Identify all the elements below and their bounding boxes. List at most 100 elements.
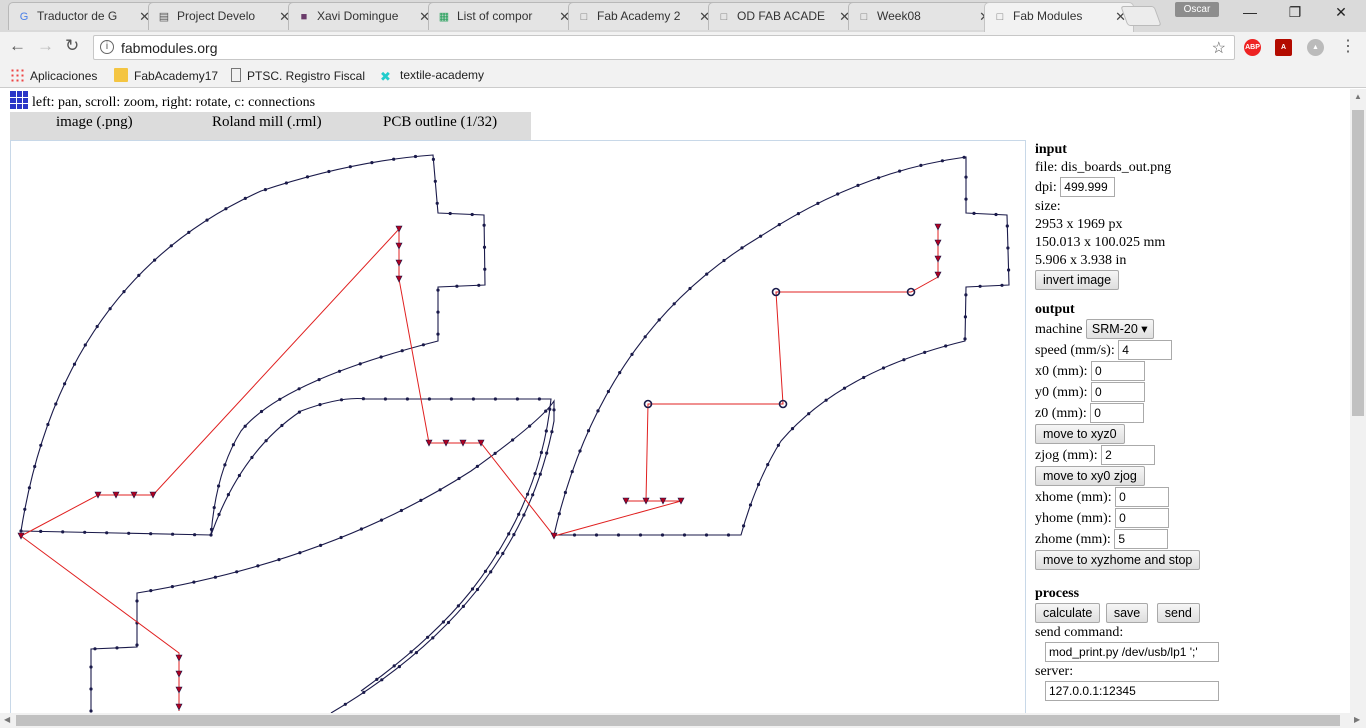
tab-label: Fab Modules (1013, 9, 1083, 23)
toolpath-point (264, 439, 268, 443)
toolpath-point (1007, 268, 1011, 272)
move-to-xyz0-button[interactable]: move to xyz0 (1035, 424, 1125, 444)
bookmark-ptsc[interactable]: PTSC. Registro Fiscal (231, 68, 365, 83)
toolpath-point (339, 398, 344, 402)
tab-2[interactable]: ■ Xavi Domingue ✕ (288, 2, 438, 30)
toolpath-point (414, 651, 418, 655)
toolpath-point (643, 335, 647, 339)
tab-5[interactable]: □ OD FAB ACADE ✕ (708, 2, 858, 30)
invert-image-button[interactable]: invert image (1035, 270, 1120, 290)
toolpath-point (217, 484, 221, 488)
toolpath-point (63, 382, 67, 386)
connection-path-1 (20, 535, 180, 711)
server-input[interactable]: 127.0.0.1:12345 (1045, 681, 1219, 701)
tab-1[interactable]: ▤ Project Develo ✕ (148, 2, 298, 30)
browser-tab-bar: G Traductor de G ✕ ▤ Project Develo ✕ ■ Xavi Do… (0, 0, 1366, 32)
toolpath-point (578, 449, 582, 453)
tab-pcb-outline[interactable]: PCB outline (1/32) (383, 114, 497, 131)
bookmark-star-icon[interactable]: ☆ (1212, 38, 1226, 58)
toolpath-point (457, 476, 461, 481)
toolpath-view[interactable] (10, 140, 1026, 713)
forward-icon[interactable]: → (37, 36, 54, 56)
z0-input[interactable]: 0 (1090, 403, 1145, 423)
site-info-icon[interactable]: i (100, 40, 114, 54)
toolpath-point (1000, 283, 1004, 287)
toolpath-outline-2 (553, 156, 1010, 536)
toolpath-point (557, 512, 561, 516)
size-in: 5.906 x 3.938 in (1035, 253, 1127, 268)
url-text[interactable]: fabmodules.org (121, 40, 218, 56)
move-to-xy0-zjog-button[interactable]: move to xy0 zjog (1035, 466, 1145, 486)
toolpath-point (660, 533, 665, 537)
scroll-left-icon[interactable]: ◀ (4, 715, 10, 724)
size-px: 2953 x 1969 px (1035, 217, 1123, 232)
toolpath-point (522, 513, 526, 517)
toolpath-point (256, 564, 260, 568)
move-to-xyzhome-button[interactable]: move to xyzhome and stop (1035, 550, 1201, 570)
zhome-input[interactable]: 5 (1114, 529, 1169, 549)
server-label: server: (1035, 664, 1074, 679)
adblock-icon[interactable]: ABP (1244, 39, 1261, 56)
horizontal-scroll-thumb[interactable] (16, 715, 1340, 726)
toolpath-svg[interactable] (11, 141, 1026, 713)
tab-3[interactable]: ▦ List of compor ✕ (428, 2, 578, 30)
toolpath-point (777, 223, 781, 227)
calculate-button[interactable]: calculate (1035, 603, 1101, 623)
speed-input[interactable]: 4 (1118, 340, 1173, 360)
toolpath-point (436, 288, 440, 292)
yhome-input[interactable]: 0 (1115, 508, 1170, 528)
toolpath-point (93, 647, 97, 651)
address-bar[interactable]: i fabmodules.org ☆ (93, 35, 1235, 60)
profile-button[interactable]: Oscar (1175, 2, 1219, 17)
toolpath-point (515, 397, 519, 401)
scroll-right-icon[interactable]: ▶ (1354, 715, 1360, 724)
close-window-icon[interactable]: ✕ (1326, 4, 1356, 21)
toolpath-point (298, 551, 302, 555)
bookmark-apps[interactable]: Aplicaciones (10, 68, 97, 83)
y0-label: y0 (mm): (1035, 385, 1088, 400)
toolpath-point (348, 165, 352, 169)
menu-icon[interactable]: ⋮ (1340, 36, 1356, 56)
size-mm: 150.013 x 100.025 mm (1035, 235, 1166, 250)
back-icon[interactable]: ← (9, 36, 26, 56)
tab-7[interactable]: □ Fab Modules ✕ (984, 2, 1134, 32)
machine-select[interactable]: SRM-20 ▾ (1085, 319, 1154, 339)
send-button[interactable]: send (1156, 603, 1200, 623)
connection-marker (175, 686, 183, 694)
toolpath-point (259, 409, 264, 414)
zjog-label: zjog (mm): (1035, 448, 1098, 463)
tab-image-png[interactable]: image (.png) (56, 114, 133, 131)
vertical-scrollbar[interactable]: ▲ (1350, 89, 1366, 713)
new-tab-button[interactable] (1120, 6, 1162, 26)
zjog-input[interactable]: 2 (1101, 445, 1156, 465)
xhome-input[interactable]: 0 (1115, 487, 1170, 507)
reload-icon[interactable]: ↻ (65, 36, 79, 56)
connection-path-0 (20, 227, 682, 537)
send-command-input[interactable]: mod_print.py /dev/usb/lp1 ';' (1045, 642, 1219, 662)
toolpath-point (550, 430, 554, 434)
toolpath-point (528, 424, 532, 428)
minimize-icon[interactable]: — (1235, 4, 1265, 20)
vertical-scroll-thumb[interactable] (1352, 110, 1364, 416)
folder-icon (114, 68, 128, 82)
tab-0[interactable]: G Traductor de G ✕ (8, 2, 158, 30)
drive-icon[interactable]: ▲ (1307, 39, 1324, 56)
tab-4[interactable]: □ Fab Academy 2 ✕ (568, 2, 718, 30)
x0-input[interactable]: 0 (1091, 361, 1145, 381)
dpi-input[interactable]: 499.999 (1060, 177, 1116, 197)
y0-input[interactable]: 0 (1091, 382, 1145, 402)
acrobat-icon[interactable]: A (1275, 39, 1292, 56)
toolpath-point (297, 387, 301, 391)
save-button[interactable]: save (1105, 603, 1149, 623)
restore-icon[interactable]: ❐ (1280, 4, 1310, 21)
tab-6[interactable]: □Week08✕ (848, 2, 998, 30)
toolpath-point (380, 678, 384, 682)
toolpath-point (280, 423, 284, 428)
scroll-up-icon[interactable]: ▲ (1354, 92, 1362, 101)
toolpath-point (421, 343, 425, 347)
toolpath-point (448, 211, 452, 216)
bookmark-fabacademy17[interactable]: FabAcademy17 (114, 68, 218, 83)
bookmark-textile-academy[interactable]: ✖ textile-academy (380, 68, 484, 84)
tab-roland-mill[interactable]: Roland mill (.rml) (212, 114, 322, 131)
horizontal-scrollbar[interactable]: ◀ ▶ (0, 713, 1366, 728)
